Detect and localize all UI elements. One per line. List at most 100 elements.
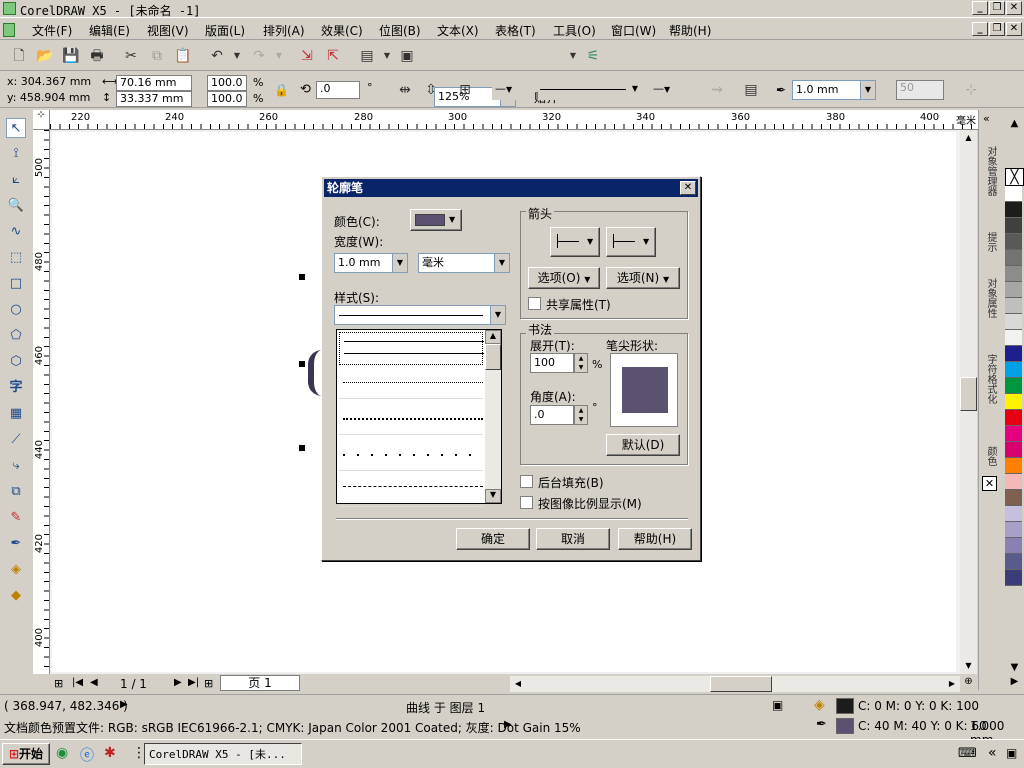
menu-view[interactable]: 视图(V) <box>147 22 189 39</box>
list-scroll-down-icon[interactable]: ▼ <box>485 489 501 503</box>
dimension-tool-icon[interactable]: ⟋ <box>6 430 26 450</box>
quick-launch-icon[interactable]: ✱ <box>104 745 116 761</box>
list-item[interactable] <box>339 474 483 507</box>
scale-y-field[interactable]: 100.0 <box>207 91 247 107</box>
paste-icon[interactable]: 📋 <box>174 47 192 65</box>
tab-page-1[interactable]: 页 1 <box>220 675 300 691</box>
menu-window[interactable]: 窗口(W) <box>611 22 656 39</box>
list-scroll-thumb[interactable] <box>485 344 501 370</box>
y-position-field[interactable]: y: 458.904 mm <box>7 91 90 104</box>
redo-icon[interactable]: ↷ <box>250 47 268 65</box>
list-scroll-up-icon[interactable]: ▲ <box>485 330 501 344</box>
color-swatch[interactable] <box>1005 282 1022 298</box>
nib-shape-preview[interactable] <box>610 353 678 427</box>
interactive-fill-tool-icon[interactable]: ◆ <box>6 586 26 606</box>
color-swatch[interactable] <box>1005 410 1022 426</box>
color-swatch[interactable] <box>1005 362 1022 378</box>
line-style-list[interactable]: ▲ ▼ <box>336 329 502 507</box>
start-arrow-options-button[interactable]: 选项(O) ▼ <box>528 267 600 289</box>
fill-tool-icon[interactable]: ◈ <box>6 560 26 580</box>
color-swatch[interactable] <box>1005 490 1022 506</box>
export-icon[interactable]: ⇱ <box>324 47 342 65</box>
redo-dropdown-icon[interactable]: ▼ <box>270 47 288 65</box>
color-swatch[interactable] <box>1005 234 1022 250</box>
blend-tool-icon[interactable]: ⧉ <box>6 482 26 502</box>
list-item[interactable] <box>339 332 484 365</box>
application-launcher-icon[interactable]: ▤ <box>358 47 376 65</box>
share-attributes-checkbox[interactable] <box>528 297 541 310</box>
scroll-left-arrow-icon[interactable]: ◀ <box>510 676 526 692</box>
profile-menu-icon[interactable]: ▶ <box>504 719 512 730</box>
basic-shapes-tool-icon[interactable]: ⬡ <box>6 352 26 372</box>
vertical-scrollbar[interactable]: ▲ ▼ <box>960 130 977 674</box>
lock-ratio-icon[interactable]: 🔒 <box>274 83 289 97</box>
docker-collapse-icon[interactable]: « <box>983 112 990 125</box>
scroll-right-arrow-icon[interactable]: ▶ <box>944 676 960 692</box>
tab-character-formatting[interactable]: 字符格式化 <box>982 354 998 404</box>
menu-text[interactable]: 文本(X) <box>437 22 479 39</box>
first-page-icon[interactable]: |◀ <box>72 677 83 688</box>
color-swatch[interactable] <box>1005 314 1022 330</box>
text-tool-icon[interactable]: 字 <box>6 378 26 398</box>
snap-dropdown-icon[interactable]: ▼ <box>564 47 582 65</box>
end-arrow-options-button[interactable]: 选项(N) ▼ <box>606 267 680 289</box>
menu-file[interactable]: 文件(F) <box>32 22 72 39</box>
next-page-icon[interactable]: ▶ <box>174 677 182 688</box>
scroll-down-arrow-icon[interactable]: ▼ <box>960 658 977 674</box>
menu-layout[interactable]: 版面(L) <box>205 22 245 39</box>
smart-fill-tool-icon[interactable]: ⬚ <box>6 248 26 268</box>
welcome-screen-icon[interactable]: ▣ <box>398 47 416 65</box>
end-arrowhead-button[interactable]: ▼ <box>606 227 656 257</box>
color-swatch[interactable] <box>1005 266 1022 282</box>
color-swatch[interactable] <box>1005 474 1022 490</box>
start-button[interactable]: ⊞开始 <box>2 743 50 765</box>
vertical-ruler[interactable]: 500 480 460 440 420 400 <box>33 130 50 674</box>
doc-restore-button[interactable]: ❐ <box>989 22 1005 36</box>
convert-icon[interactable]: ⇝ <box>708 81 726 99</box>
default-nib-button[interactable]: 默认(D) <box>606 434 680 456</box>
line-style-dropdown[interactable]: ▼ <box>334 305 506 325</box>
list-item[interactable] <box>339 402 483 435</box>
dialog-close-icon[interactable]: ✕ <box>680 181 696 195</box>
undo-dropdown-icon[interactable]: ▼ <box>228 47 246 65</box>
menu-tools[interactable]: 工具(O) <box>553 22 596 39</box>
ruler-origin-icon[interactable]: ⊹ <box>33 110 50 130</box>
ie-icon[interactable]: ⓔ <box>80 745 94 765</box>
chrome-icon[interactable]: ◉ <box>56 745 68 761</box>
menu-effects[interactable]: 效果(C) <box>321 22 363 39</box>
help-button[interactable]: 帮助(H) <box>618 528 692 550</box>
doc-close-button[interactable]: ✕ <box>1006 22 1022 36</box>
outline-width-select[interactable]: 1.0 mm ▼ <box>792 80 876 100</box>
color-swatch[interactable] <box>1005 346 1022 362</box>
doc-minimize-button[interactable]: _ <box>972 22 988 36</box>
eyedropper-tool-icon[interactable]: ✎ <box>6 508 26 528</box>
mirror-vertical-icon[interactable]: ⇳ <box>422 81 440 99</box>
last-page-icon[interactable]: ▶| <box>188 677 199 688</box>
open-folder-icon[interactable]: 📂 <box>36 47 54 65</box>
rotation-angle-field[interactable]: .0 <box>316 81 360 99</box>
palette-scroll-down-icon[interactable]: ▼ <box>1005 662 1024 676</box>
selection-handle[interactable] <box>299 274 305 280</box>
color-swatch[interactable] <box>1005 298 1022 314</box>
line-style-select[interactable]: ▼ <box>538 80 640 100</box>
no-color-swatch-icon[interactable]: ╳ <box>1005 168 1024 186</box>
width-unit-select[interactable]: 毫米 ▼ <box>418 253 510 273</box>
color-swatch[interactable] <box>1005 186 1022 202</box>
cut-icon[interactable]: ✂ <box>122 47 140 65</box>
color-swatch[interactable] <box>1005 378 1022 394</box>
tab-hints[interactable]: 提示 <box>982 232 998 252</box>
undo-icon[interactable]: ↶ <box>208 47 226 65</box>
end-arrowhead-select[interactable]: —▼ <box>650 80 686 100</box>
scale-with-image-checkbox[interactable] <box>520 496 533 509</box>
color-swatch[interactable] <box>1005 426 1022 442</box>
close-docker-icon[interactable]: ✕ <box>982 476 997 491</box>
copy-icon[interactable]: ⧉ <box>148 47 166 65</box>
vertical-scroll-thumb[interactable] <box>960 377 977 411</box>
curve-object-partial[interactable] <box>308 350 322 396</box>
add-page-after-icon[interactable]: ⊞ <box>204 677 213 690</box>
outline-color-swatch[interactable] <box>836 718 854 734</box>
color-swatch[interactable] <box>1005 330 1022 346</box>
selection-handle[interactable] <box>299 361 305 367</box>
stretch-field[interactable]: 100 <box>530 353 574 373</box>
angle-spinner[interactable]: ▲ ▼ <box>574 405 588 425</box>
